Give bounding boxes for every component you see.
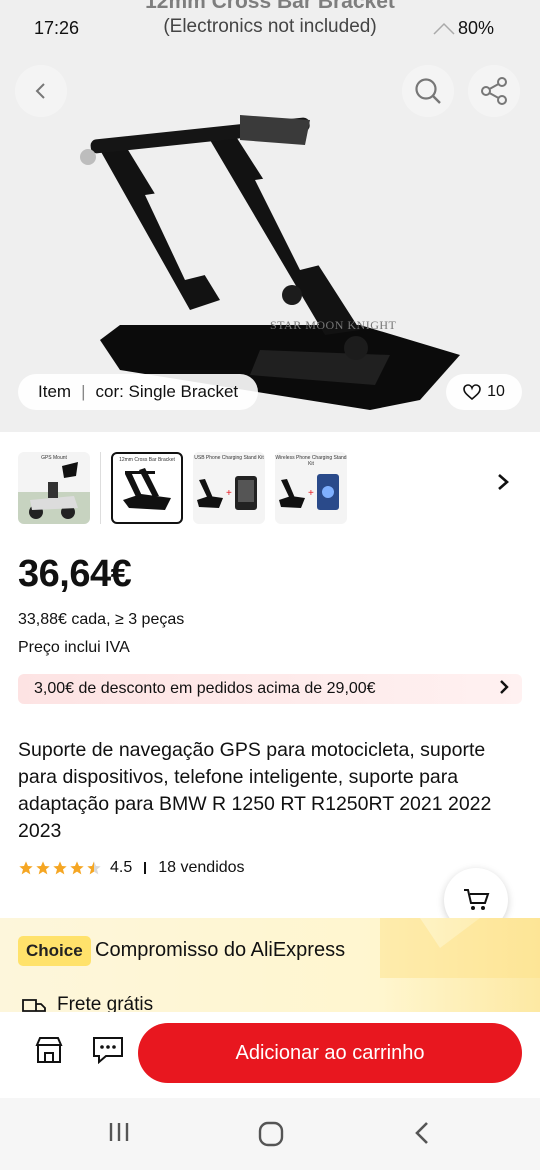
- discount-chevron: [498, 677, 510, 701]
- thumbnail-item[interactable]: GPS Mount: [18, 452, 90, 524]
- star-icon: [36, 861, 50, 875]
- variant-label: Item: [38, 382, 72, 401]
- thumbnail-caption: Wireless Phone Charging Stand Kit: [275, 455, 347, 467]
- sold-count: 18 vendidos: [158, 859, 245, 876]
- rating-stars: [18, 860, 102, 876]
- store-icon: [35, 1037, 63, 1063]
- store-button[interactable]: [34, 1036, 64, 1069]
- svg-text:+: +: [308, 488, 314, 499]
- status-battery: 80%: [457, 18, 494, 38]
- choice-title: Compromisso do AliExpress: [95, 939, 346, 961]
- star-icon: [70, 861, 84, 875]
- chevron-right-icon: [500, 680, 509, 694]
- discount-text: 3,00€ de desconto em pedidos acima de 29…: [34, 680, 376, 697]
- variant-value: cor: Single Bracket: [95, 382, 239, 401]
- product-image: [80, 115, 460, 410]
- rating-row[interactable]: 4.5 18 vendidos: [18, 859, 245, 877]
- thumbnail-image: +: [197, 476, 257, 510]
- brand-watermark: STAR MOON KNIGHT: [270, 318, 397, 332]
- thumbnail-caption: USB Phone Charging Stand Kit: [194, 455, 264, 461]
- bulk-price: 33,88€ cada, ≥ 3 peças: [18, 611, 185, 628]
- thumbnail-item[interactable]: Wireless Phone Charging Stand Kit +: [275, 452, 347, 524]
- nav-back-button[interactable]: [412, 1120, 432, 1151]
- choice-section[interactable]: Choice Compromisso do AliExpress Frete g…: [0, 918, 540, 1012]
- thumbnail-item-selected[interactable]: 12mm Cross Bar Bracket: [111, 452, 183, 524]
- heart-icon: [463, 384, 481, 400]
- thumbnail-item[interactable]: USB Phone Charging Stand Kit +: [193, 452, 265, 524]
- status-icons: [432, 22, 456, 39]
- chevron-right-icon: [498, 474, 509, 490]
- variant-selector[interactable]: Item | cor: Single Bracket: [18, 374, 259, 410]
- star-half-icon: [87, 861, 101, 875]
- recents-icon: [109, 1123, 129, 1141]
- star-icon: [53, 861, 67, 875]
- star-icon: [19, 861, 33, 875]
- system-nav-bar: [0, 1098, 540, 1170]
- product-gallery[interactable]: 12mm Cross Bar Bracket (Electronics not …: [0, 0, 540, 432]
- truck-icon: [22, 999, 46, 1012]
- thumbnail-strip: GPS Mount 12mm Cross Bar Bracket USB Pho…: [18, 452, 347, 524]
- home-button[interactable]: [257, 1120, 285, 1153]
- thumbnail-next-button[interactable]: [496, 472, 510, 498]
- rating-divider: [144, 862, 147, 874]
- choice-badge: Choice: [18, 936, 91, 966]
- variant-separator: |: [81, 382, 86, 401]
- wishlist-count: 10: [487, 383, 505, 400]
- chat-button[interactable]: [92, 1036, 124, 1069]
- product-price: 36,64€: [18, 553, 132, 595]
- rating-value: 4.5: [110, 859, 133, 876]
- svg-text:+: +: [226, 488, 232, 499]
- cart-icon: [464, 889, 490, 910]
- chat-icon: [93, 1037, 123, 1065]
- free-shipping-text: Frete grátis: [57, 994, 154, 1012]
- status-time: 17:26: [34, 18, 80, 38]
- home-icon: [258, 1121, 284, 1147]
- share-icon: [481, 77, 507, 105]
- product-title: Suporte de navegação GPS para motociclet…: [18, 739, 492, 842]
- recents-button[interactable]: [106, 1120, 132, 1149]
- nav-back-icon: [415, 1122, 428, 1144]
- gallery-image-title: 12mm Cross Bar Bracket: [145, 0, 395, 13]
- vat-note: Preço inclui IVA: [18, 639, 130, 656]
- thumbnail-caption: GPS Mount: [41, 455, 67, 461]
- choice-decoration: [380, 918, 540, 978]
- wishlist-button[interactable]: 10: [446, 374, 522, 410]
- thumbnail-caption: 12mm Cross Bar Bracket: [119, 457, 175, 463]
- discount-banner[interactable]: 3,00€ de desconto em pedidos acima de 29…: [18, 674, 522, 704]
- thumbnail-divider: [100, 452, 101, 524]
- add-to-cart-button[interactable]: Adicionar ao carrinho: [138, 1023, 522, 1083]
- thumbnail-image: [123, 468, 171, 510]
- back-arrow-icon: [35, 83, 45, 99]
- thumbnail-image: [18, 462, 90, 524]
- bottom-action-bar: Adicionar ao carrinho: [0, 1012, 540, 1098]
